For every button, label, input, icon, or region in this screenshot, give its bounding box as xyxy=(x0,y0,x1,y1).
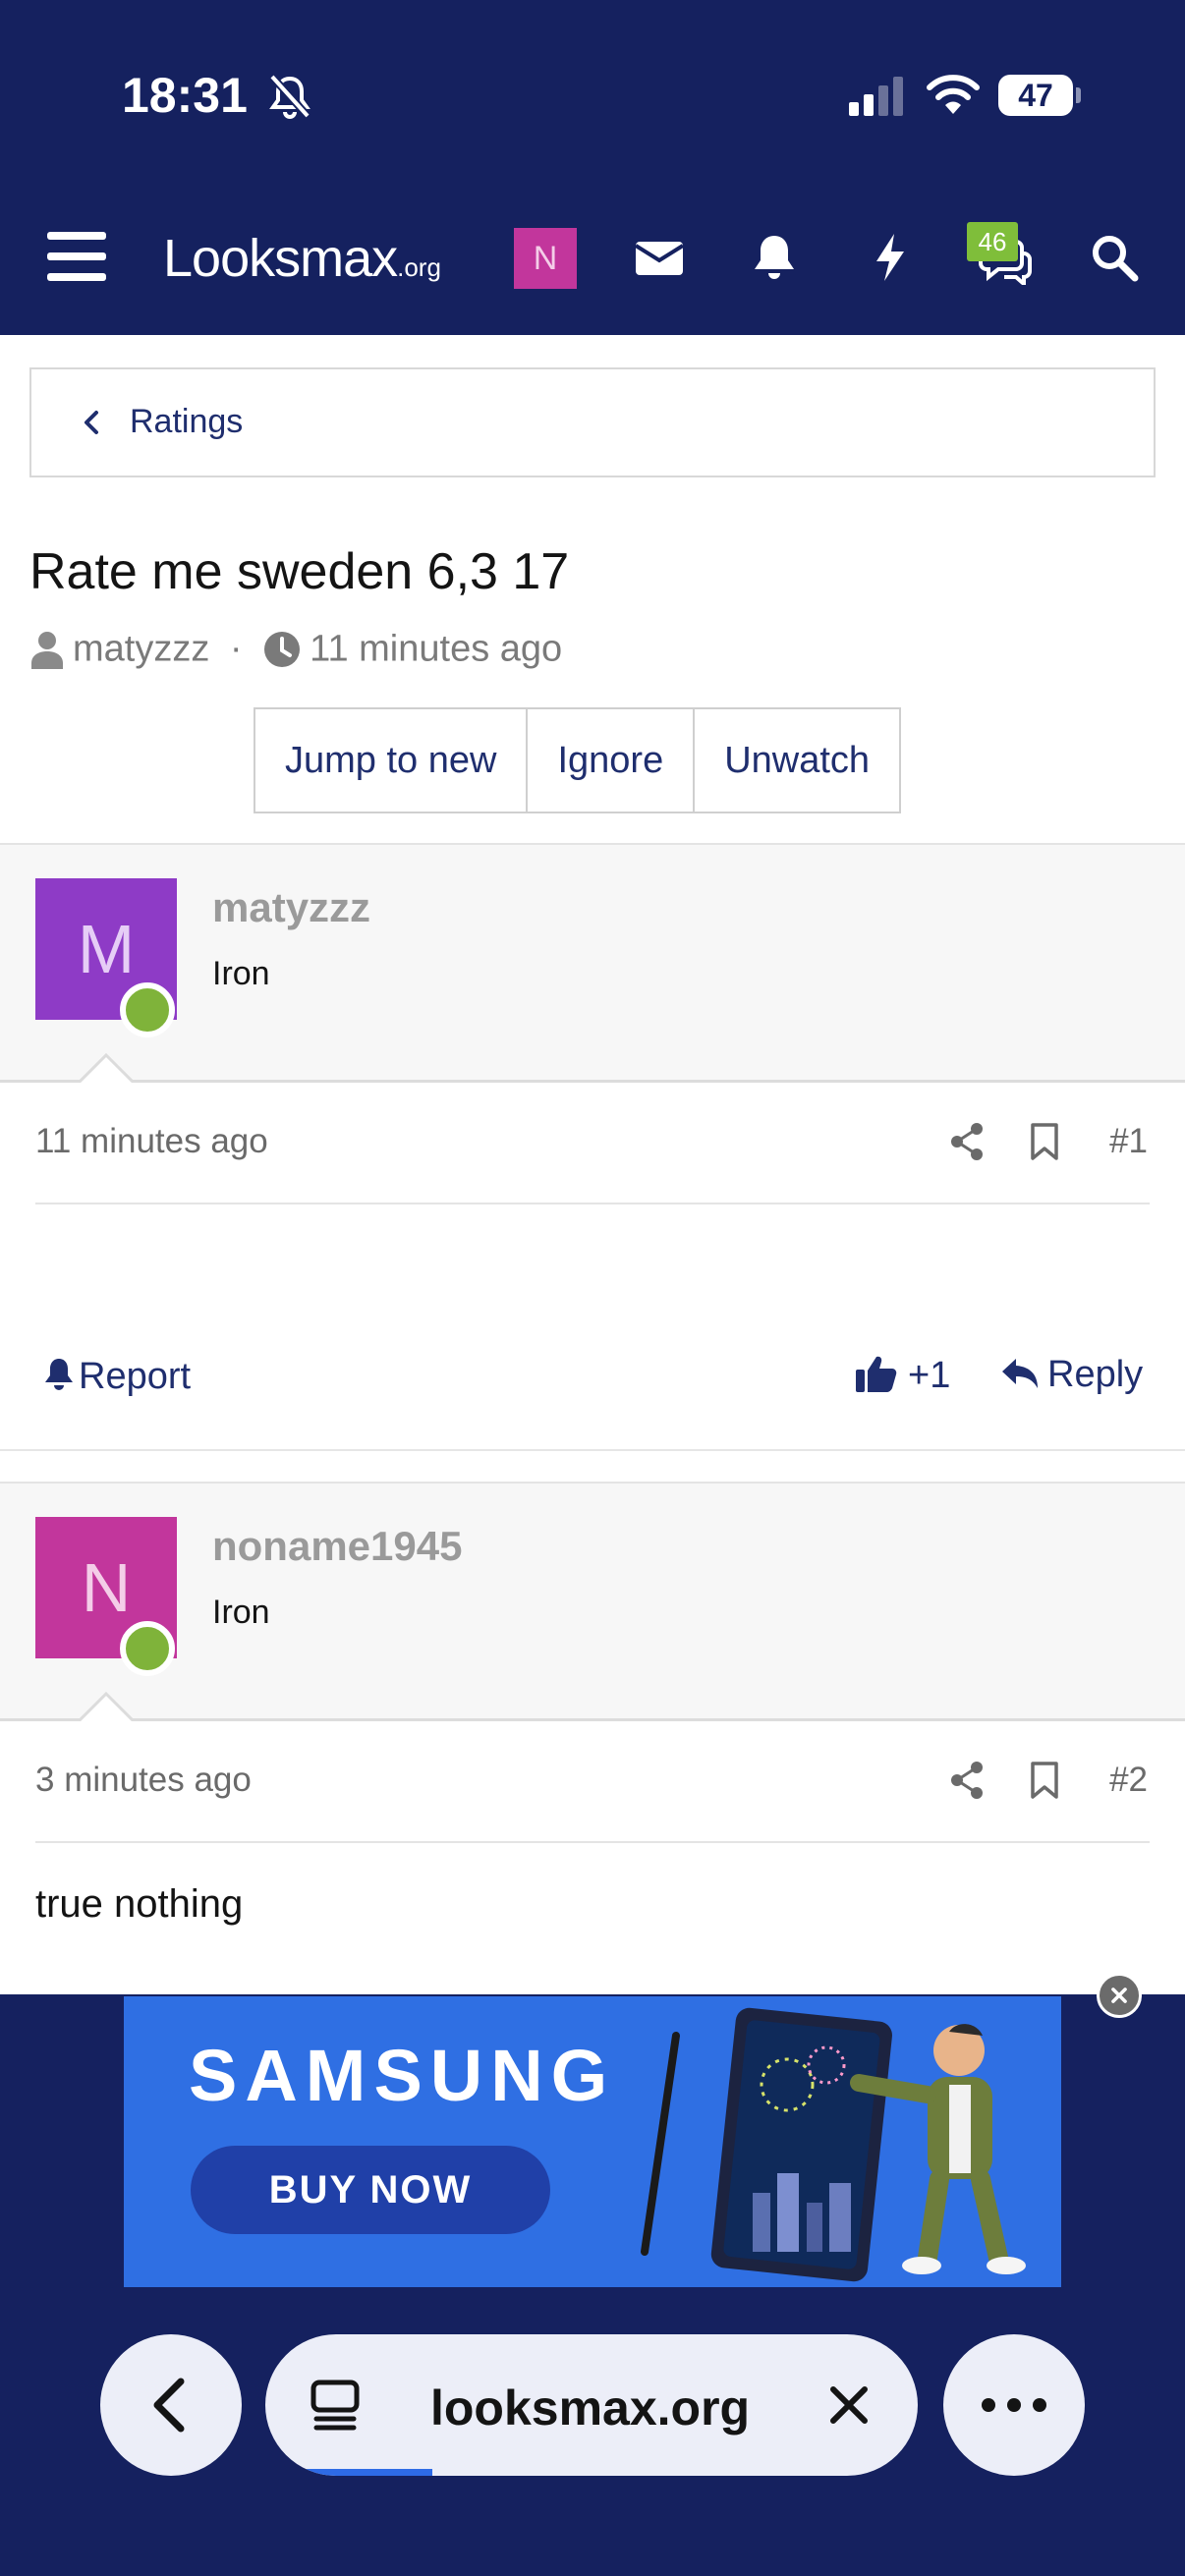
bookmark-icon[interactable] xyxy=(1030,1122,1059,1161)
ad-cta-button[interactable]: BUY NOW xyxy=(191,2146,550,2234)
hamburger-icon[interactable] xyxy=(47,232,106,281)
chevron-left-icon xyxy=(153,2378,185,2433)
post-username[interactable]: noname1945 xyxy=(212,1523,462,1570)
like-button[interactable]: +1 xyxy=(855,1354,950,1397)
post-user-header: N noname1945 Iron xyxy=(0,1482,1185,1721)
divider xyxy=(35,1203,1150,1204)
post-actions: Report +1 Reply xyxy=(0,1336,1185,1454)
url-text[interactable]: looksmax.org xyxy=(430,2380,750,2436)
post-time[interactable]: 3 minutes ago xyxy=(35,1761,252,1800)
jump-to-new-button[interactable]: Jump to new xyxy=(254,707,529,813)
bolt-icon[interactable] xyxy=(865,232,916,283)
ad-banner[interactable]: SAMSUNG BUY NOW xyxy=(124,1996,1061,2287)
bell-icon xyxy=(45,1359,73,1390)
battery-level: 47 xyxy=(1018,78,1053,113)
envelope-icon[interactable] xyxy=(634,232,685,283)
browser-more-button[interactable] xyxy=(943,2334,1085,2476)
meta-separator: · xyxy=(229,628,243,670)
thumbs-up-icon xyxy=(856,1356,897,1392)
battery-icon: 47 xyxy=(998,75,1081,116)
reply-button[interactable]: Reply xyxy=(1000,1354,1143,1396)
bell-slash-icon xyxy=(269,74,310,119)
bell-icon[interactable] xyxy=(749,232,800,283)
ignore-button[interactable]: Ignore xyxy=(526,707,696,813)
site-logo[interactable]: Looksmax.org xyxy=(163,228,441,289)
post-body: true nothing xyxy=(35,1882,244,1926)
post-number[interactable]: #2 xyxy=(1109,1761,1148,1800)
conversations-badge: 46 xyxy=(967,222,1018,261)
arrow-notch xyxy=(79,1053,134,1083)
ad-brand: SAMSUNG xyxy=(189,2035,616,2116)
post-username[interactable]: matyzzz xyxy=(212,884,370,931)
share-icon[interactable] xyxy=(949,1761,985,1800)
online-indicator xyxy=(120,1621,175,1676)
divider xyxy=(0,1449,1185,1451)
bookmark-icon[interactable] xyxy=(1030,1761,1059,1800)
like-count: +1 xyxy=(908,1355,951,1396)
report-button[interactable]: Report xyxy=(43,1356,191,1398)
online-indicator xyxy=(120,982,175,1037)
more-icon xyxy=(982,2398,1046,2412)
close-icon[interactable] xyxy=(827,2383,871,2427)
arrow-notch xyxy=(79,1692,134,1721)
unwatch-button[interactable]: Unwatch xyxy=(693,707,902,813)
thread-title: Rate me sweden 6,3 17 xyxy=(29,543,570,600)
post-user-header: M matyzzz Iron xyxy=(0,843,1185,1083)
post-number[interactable]: #1 xyxy=(1109,1122,1148,1161)
search-icon[interactable] xyxy=(1089,232,1140,283)
thread-button-group: Jump to new Ignore Unwatch xyxy=(254,707,902,813)
chevron-left-icon xyxy=(85,411,98,434)
user-icon xyxy=(31,631,63,669)
post-meta-row: 3 minutes ago #2 xyxy=(0,1721,1185,1843)
post-user-rank: Iron xyxy=(212,955,270,992)
post-meta-row: 11 minutes ago #1 xyxy=(0,1083,1185,1204)
post-time[interactable]: 11 minutes ago xyxy=(35,1122,268,1161)
post-user-rank: Iron xyxy=(212,1594,270,1631)
address-bar[interactable]: looksmax.org xyxy=(265,2334,918,2476)
thread-meta: matyzzz · 11 minutes ago xyxy=(29,627,562,674)
page-load-progress xyxy=(303,2469,432,2476)
wifi-icon xyxy=(927,75,980,114)
account-avatar[interactable]: N xyxy=(514,228,577,289)
browser-back-button[interactable] xyxy=(100,2334,242,2476)
clock-icon xyxy=(264,631,301,667)
breadcrumb[interactable]: Ratings xyxy=(29,367,1156,477)
tabs-icon[interactable] xyxy=(310,2380,360,2431)
breadcrumb-label[interactable]: Ratings xyxy=(130,403,243,441)
ad-image xyxy=(641,2007,1026,2282)
share-icon[interactable] xyxy=(949,1122,985,1161)
status-time: 18:31 xyxy=(122,68,248,123)
close-icon[interactable] xyxy=(1097,1973,1142,2018)
divider xyxy=(35,1841,1150,1843)
thread-time[interactable]: 11 minutes ago xyxy=(310,628,562,669)
signal-icon xyxy=(849,77,903,116)
reply-icon xyxy=(1002,1359,1038,1388)
thread-author[interactable]: matyzzz xyxy=(73,628,209,669)
